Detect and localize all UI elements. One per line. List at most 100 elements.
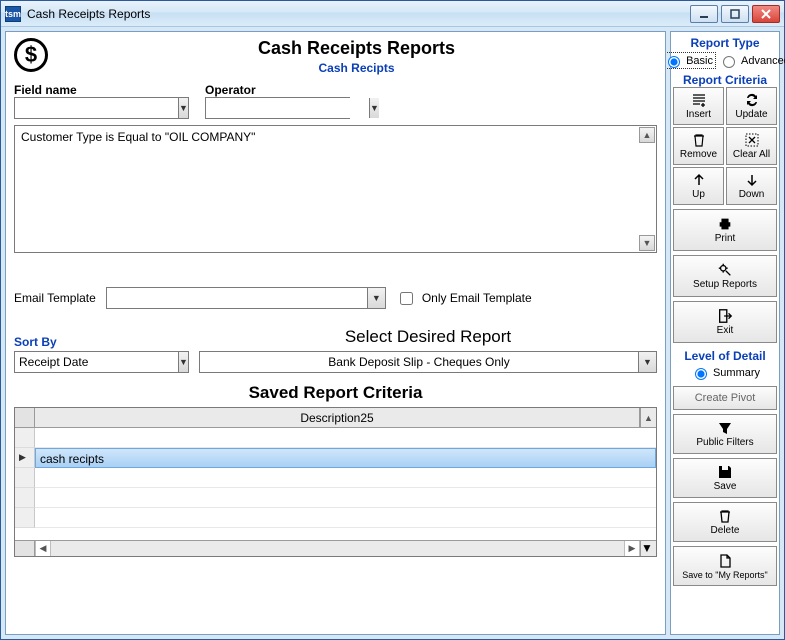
grid-cell[interactable] xyxy=(35,468,656,488)
gear-wrench-icon xyxy=(717,262,733,278)
insert-button[interactable]: Insert xyxy=(673,87,724,125)
refresh-icon xyxy=(744,92,760,108)
close-button[interactable] xyxy=(752,5,780,23)
clear-all-button[interactable]: Clear All xyxy=(726,127,777,165)
save-button[interactable]: Save xyxy=(673,458,777,498)
exit-label: Exit xyxy=(717,325,734,336)
save-icon xyxy=(717,464,733,480)
report-input[interactable] xyxy=(200,352,638,372)
operator-input[interactable] xyxy=(206,98,369,118)
report-combo[interactable] xyxy=(199,351,657,373)
radio-advanced-input[interactable] xyxy=(723,56,735,68)
save-my-reports-label: Save to "My Reports" xyxy=(682,570,767,580)
grid-column-header[interactable]: Description25 xyxy=(35,408,640,427)
window-title: Cash Receipts Reports xyxy=(27,7,690,21)
grid-row-gutter[interactable] xyxy=(15,488,35,508)
horizontal-scrollbar[interactable] xyxy=(51,541,624,556)
email-template-input[interactable] xyxy=(107,288,367,308)
save-label: Save xyxy=(714,481,737,492)
criteria-text: Customer Type is Equal to "OIL COMPANY" xyxy=(15,126,656,148)
chevron-down-icon[interactable] xyxy=(638,352,656,372)
page-title: Cash Receipts Reports xyxy=(56,38,657,59)
field-name-combo[interactable] xyxy=(14,97,189,119)
field-name-input[interactable] xyxy=(15,98,178,118)
minimize-button[interactable] xyxy=(690,5,718,23)
exit-icon xyxy=(717,308,733,324)
chevron-down-icon[interactable] xyxy=(369,98,379,118)
update-button[interactable]: Update xyxy=(726,87,777,125)
select-report-heading: Select Desired Report xyxy=(199,327,657,347)
chevron-down-icon[interactable] xyxy=(367,288,385,308)
radio-summary[interactable]: Summary xyxy=(684,365,765,380)
field-name-label: Field name xyxy=(14,83,189,97)
delete-button[interactable]: Delete xyxy=(673,502,777,542)
document-icon xyxy=(717,553,733,569)
scroll-down-icon[interactable]: ▼ xyxy=(639,235,655,251)
update-label: Update xyxy=(735,109,767,120)
grid-cell[interactable] xyxy=(35,508,656,528)
grid-cell[interactable] xyxy=(35,428,656,448)
print-label: Print xyxy=(715,233,736,244)
scroll-up-icon[interactable]: ▲ xyxy=(640,408,656,427)
saved-criteria-grid[interactable]: Description25 ▲ cash recipts ◀ ▶ ▼ xyxy=(14,407,657,557)
radio-advanced[interactable]: Advanced xyxy=(718,52,785,69)
email-template-label: Email Template xyxy=(14,291,96,305)
operator-combo[interactable] xyxy=(205,97,350,119)
arrow-down-icon xyxy=(744,172,760,188)
down-button[interactable]: Down xyxy=(726,167,777,205)
setup-reports-button[interactable]: Setup Reports xyxy=(673,255,777,297)
grid-gutter-header xyxy=(15,408,35,427)
report-criteria-label: Report Criteria xyxy=(683,73,767,87)
save-my-reports-button[interactable]: Save to "My Reports" xyxy=(673,546,777,586)
print-button[interactable]: Print xyxy=(673,209,777,251)
remove-button[interactable]: Remove xyxy=(673,127,724,165)
down-label: Down xyxy=(739,189,765,200)
chevron-down-icon[interactable] xyxy=(178,98,188,118)
print-icon xyxy=(717,216,733,232)
dollar-icon: $ xyxy=(14,38,48,72)
radio-summary-label: Summary xyxy=(713,367,760,379)
only-email-checkbox-input[interactable] xyxy=(400,292,413,305)
setup-reports-label: Setup Reports xyxy=(693,279,757,290)
funnel-icon xyxy=(717,420,733,436)
app-icon: tsm xyxy=(5,6,21,22)
remove-label: Remove xyxy=(680,149,717,160)
page-subtitle: Cash Recipts xyxy=(56,61,657,75)
chevron-down-icon[interactable] xyxy=(178,352,188,372)
grid-row-gutter[interactable] xyxy=(15,508,35,528)
create-pivot-button[interactable]: Create Pivot xyxy=(673,386,777,410)
main-panel: $ Cash Receipts Reports Cash Recipts Fie… xyxy=(5,31,666,635)
scroll-down-icon[interactable]: ▼ xyxy=(640,541,656,556)
operator-label: Operator xyxy=(205,83,350,97)
report-type-label: Report Type xyxy=(690,36,759,50)
grid-row-gutter[interactable] xyxy=(15,468,35,488)
grid-row-gutter[interactable] xyxy=(15,448,35,468)
side-panel: Report Type Basic Advanced Report Criter… xyxy=(670,31,780,635)
maximize-button[interactable] xyxy=(721,5,749,23)
grid-cell[interactable]: cash recipts xyxy=(35,448,656,468)
grid-cell[interactable] xyxy=(35,488,656,508)
radio-basic-input[interactable] xyxy=(668,56,680,68)
level-of-detail-label: Level of Detail xyxy=(684,349,765,363)
clear-all-label: Clear All xyxy=(733,149,770,160)
scroll-right-icon[interactable]: ▶ xyxy=(624,541,640,556)
scroll-up-icon[interactable]: ▲ xyxy=(639,127,655,143)
public-filters-button[interactable]: Public Filters xyxy=(673,414,777,454)
sort-by-combo[interactable] xyxy=(14,351,189,373)
only-email-checkbox[interactable]: Only Email Template xyxy=(396,289,532,308)
criteria-textbox[interactable]: Customer Type is Equal to "OIL COMPANY" … xyxy=(14,125,657,253)
email-template-combo[interactable] xyxy=(106,287,386,309)
grid-row-gutter[interactable] xyxy=(15,428,35,448)
list-insert-icon xyxy=(691,92,707,108)
radio-advanced-label: Advanced xyxy=(741,55,785,67)
scroll-left-icon[interactable]: ◀ xyxy=(35,541,51,556)
up-button[interactable]: Up xyxy=(673,167,724,205)
radio-basic[interactable]: Basic xyxy=(660,52,716,69)
sort-by-label: Sort By xyxy=(14,335,189,349)
radio-summary-input[interactable] xyxy=(695,368,707,380)
clear-icon xyxy=(744,132,760,148)
exit-button[interactable]: Exit xyxy=(673,301,777,343)
saved-criteria-heading: Saved Report Criteria xyxy=(14,383,657,403)
radio-basic-label: Basic xyxy=(686,55,713,67)
sort-by-input[interactable] xyxy=(15,352,178,372)
